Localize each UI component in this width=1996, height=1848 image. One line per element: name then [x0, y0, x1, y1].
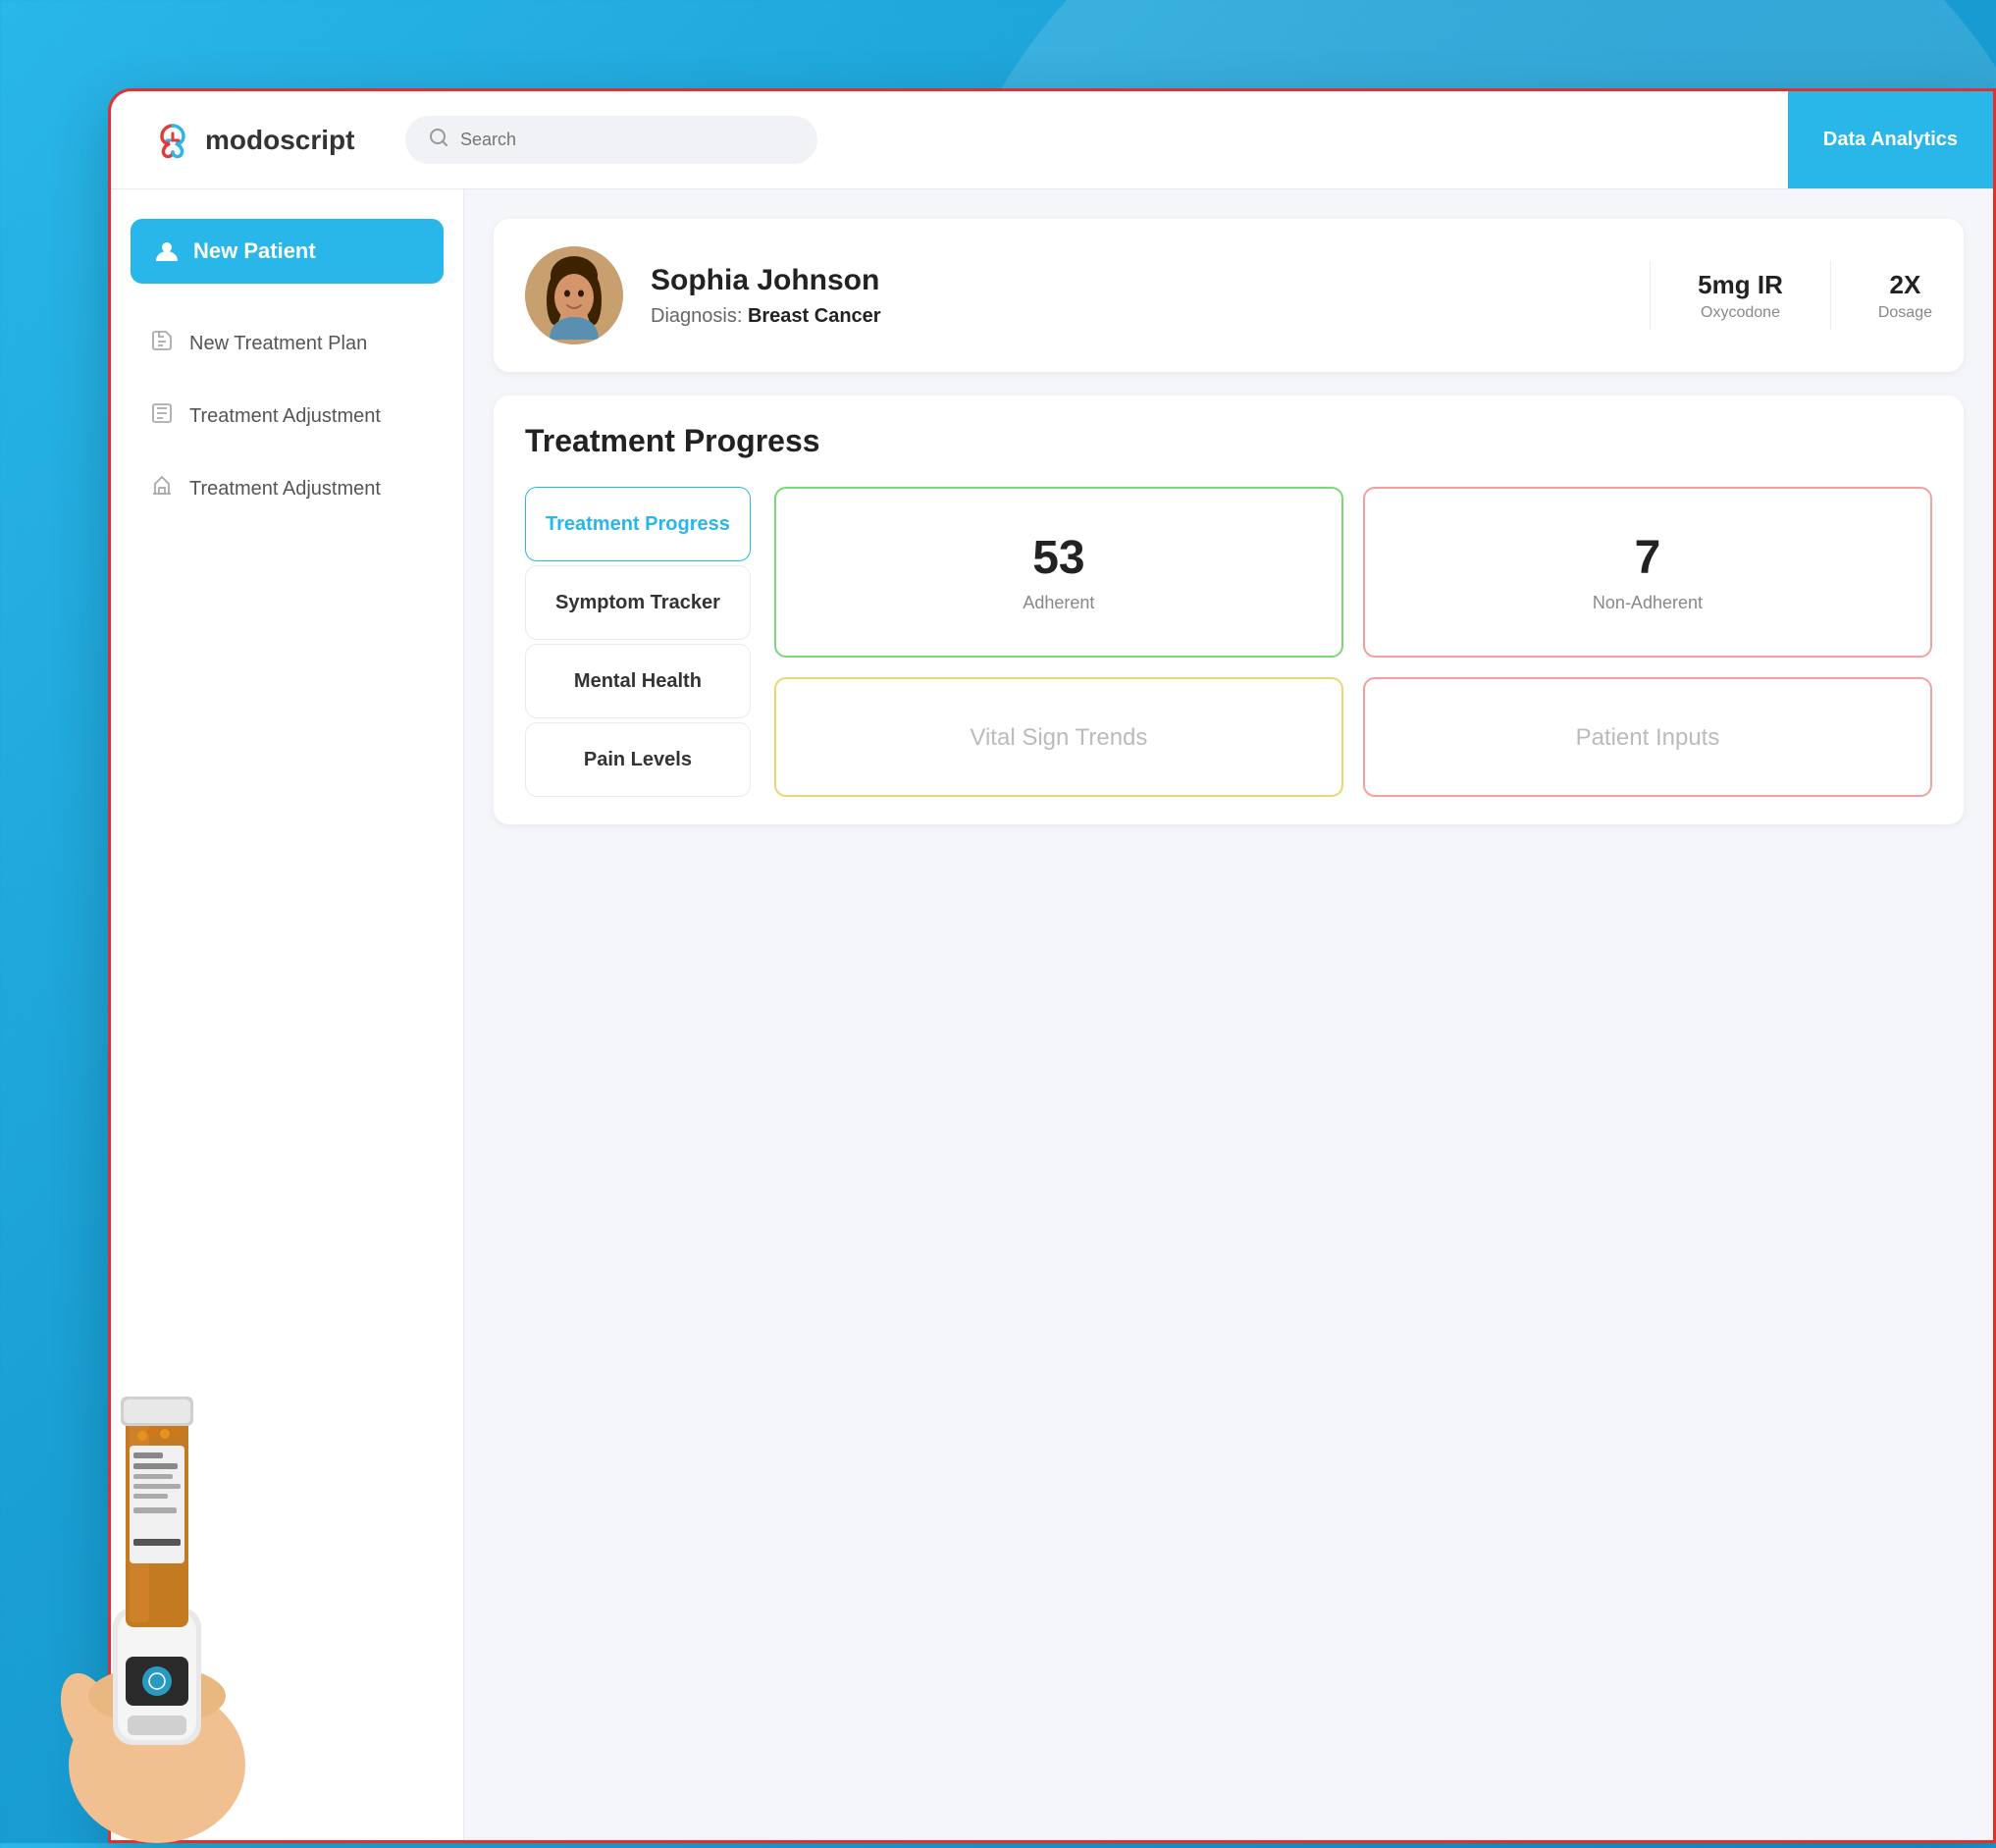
patient-medication-dose: 5mg IR Oxycodone	[1698, 270, 1783, 322]
patient-inputs-label: Patient Inputs	[1576, 722, 1720, 753]
avatar-image	[525, 246, 623, 344]
patient-divider-2	[1830, 261, 1831, 330]
treatment-stats-grid: 53 Adherent 7 Non-Adherent Vital Sign Tr…	[774, 487, 1932, 797]
main-layout: New Patient New Treatment Plan	[111, 189, 1993, 1840]
patient-name: Sophia Johnson	[651, 264, 1602, 297]
patient-diagnosis: Diagnosis: Breast Cancer	[651, 305, 1602, 328]
sidebar-item-label: New Treatment Plan	[189, 333, 367, 355]
person-icon	[154, 238, 180, 264]
stat-card-adherent: 53 Adherent	[774, 487, 1343, 658]
sidebar-item-label: Treatment Adjustment	[189, 405, 381, 428]
logo-text: modoscript	[205, 125, 354, 156]
patient-divider	[1650, 261, 1651, 330]
app-header: modoscript Data Analytics	[111, 91, 1993, 189]
search-icon	[429, 128, 448, 152]
non-adherent-value: 7	[1635, 531, 1661, 585]
app-window: modoscript Data Analytics	[108, 88, 1996, 1843]
tab-pain-levels[interactable]: Pain Levels	[525, 722, 751, 797]
tab-symptom-tracker[interactable]: Symptom Tracker	[525, 565, 751, 640]
adjustment-2-icon	[150, 474, 174, 503]
main-content: Sophia Johnson Diagnosis: Breast Cancer …	[464, 189, 1993, 1840]
sidebar-item-treatment-adjustment-2[interactable]: Treatment Adjustment	[131, 456, 444, 521]
treatment-section: Treatment Progress Treatment Progress Sy…	[494, 396, 1964, 824]
hand-device-svg	[20, 1294, 294, 1843]
search-input[interactable]	[460, 130, 794, 150]
adjustment-1-icon	[150, 401, 174, 431]
patient-avatar	[525, 246, 623, 344]
pill-bottle-decoration	[20, 1294, 294, 1843]
stat-card-vital-signs: Vital Sign Trends	[774, 677, 1343, 797]
sidebar-item-treatment-adjustment-1[interactable]: Treatment Adjustment	[131, 384, 444, 449]
sidebar-item-new-treatment-plan[interactable]: New Treatment Plan	[131, 311, 444, 376]
patient-info: Sophia Johnson Diagnosis: Breast Cancer	[651, 264, 1602, 328]
sidebar-item-label: Treatment Adjustment	[189, 478, 381, 501]
stat-card-patient-inputs: Patient Inputs	[1363, 677, 1932, 797]
logo-icon	[150, 118, 195, 163]
treatment-section-title: Treatment Progress	[525, 423, 1932, 459]
treatment-tabs: Treatment Progress Symptom Tracker Menta…	[525, 487, 751, 797]
patient-dosage: 2X Dosage	[1878, 270, 1932, 322]
logo-area: modoscript	[150, 118, 366, 163]
search-bar[interactable]	[405, 116, 817, 164]
header-right: Data Analytics	[1788, 91, 1993, 188]
patient-card: Sophia Johnson Diagnosis: Breast Cancer …	[494, 219, 1964, 372]
treatment-plan-icon	[150, 329, 174, 358]
tab-mental-health[interactable]: Mental Health	[525, 644, 751, 718]
treatment-layout: Treatment Progress Symptom Tracker Menta…	[525, 487, 1932, 797]
data-analytics-button[interactable]: Data Analytics	[1788, 91, 1993, 188]
tab-treatment-progress[interactable]: Treatment Progress	[525, 487, 751, 561]
non-adherent-label: Non-Adherent	[1593, 593, 1703, 613]
stat-card-non-adherent: 7 Non-Adherent	[1363, 487, 1932, 658]
vital-signs-label: Vital Sign Trends	[970, 722, 1147, 753]
adherent-value: 53	[1032, 531, 1084, 585]
new-patient-button[interactable]: New Patient	[131, 219, 444, 284]
adherent-label: Adherent	[1023, 593, 1094, 613]
